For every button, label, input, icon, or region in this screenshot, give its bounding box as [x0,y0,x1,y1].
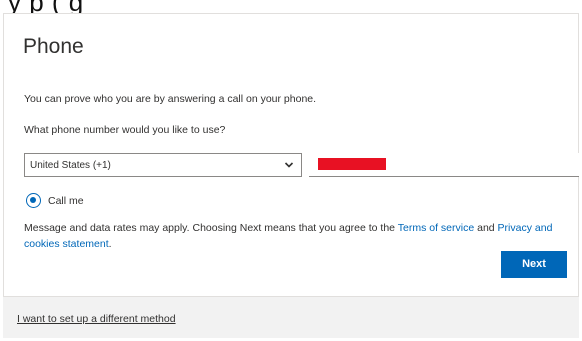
legal-middle: and [474,222,498,234]
phone-verification-card: Phone You can prove who you are by answe… [3,13,579,338]
chevron-down-icon [284,162,294,168]
next-button[interactable]: Next [501,251,567,278]
country-code-value: United States (+1) [30,160,111,171]
legal-suffix: . [108,238,112,250]
call-me-label: Call me [48,195,84,207]
legal-disclaimer: Message and data rates may apply. Choosi… [24,220,574,252]
terms-of-service-link[interactable]: Terms of service [398,222,474,234]
radio-selected-dot [30,197,36,203]
phone-question-label: What phone number would you like to use? [24,124,226,136]
call-me-radio[interactable] [26,193,41,208]
different-method-link[interactable]: I want to set up a different method [17,313,176,325]
intro-text: You can prove who you are by answering a… [24,93,317,105]
page-title: Phone [23,35,84,58]
redacted-phone-number [318,158,386,170]
phone-number-input[interactable] [309,153,579,177]
country-code-select[interactable]: United States (+1) [24,153,302,177]
legal-prefix: Message and data rates may apply. Choosi… [24,222,398,234]
footer-bar: I want to set up a different method [3,296,579,338]
